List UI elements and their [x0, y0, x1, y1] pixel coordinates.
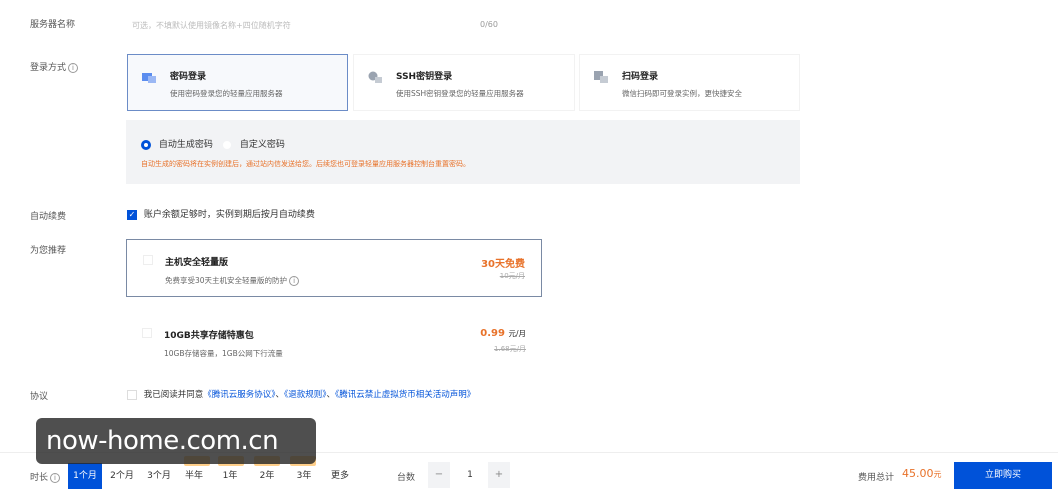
- agreement-label: 协议: [30, 392, 49, 402]
- recommend-label: 为您推荐: [30, 246, 67, 256]
- login-card-desc: 使用SSH密钥登录您的轻量应用服务器: [396, 89, 524, 98]
- key-icon: [368, 71, 382, 83]
- agreement-checkbox[interactable]: [127, 389, 137, 400]
- login-card-title: 扫码登录: [622, 72, 659, 82]
- recommend-title: 10GB共享存储特惠包: [164, 331, 254, 341]
- duration-label-text: 时长: [30, 473, 49, 483]
- radio-off-icon[interactable]: [222, 139, 232, 150]
- buy-now-button[interactable]: 立即购买: [954, 462, 1052, 489]
- auto-renew-checkbox[interactable]: ✓ 账户余额足够时，实例到期后按月自动续费: [127, 207, 315, 220]
- duration-option-2m[interactable]: 2个月: [104, 463, 140, 489]
- recommend-price: 30天免费: [481, 259, 525, 270]
- info-icon[interactable]: i: [68, 62, 79, 73]
- login-card-password[interactable]: 密码登录 使用密码登录您的轻量应用服务器: [127, 54, 348, 111]
- recommend-desc: 10GB存储容量，1GB公网下行流量: [164, 349, 283, 358]
- recommend-item-storage[interactable]: 10GB共享存储特惠包 10GB存储容量，1GB公网下行流量 0.99 元/月 …: [126, 313, 542, 371]
- agreement-separator: 、: [326, 390, 336, 400]
- password-panel: [126, 120, 800, 184]
- login-card-qrcode[interactable]: 扫码登录 微信扫码即可登录实例，更快捷安全: [579, 54, 800, 111]
- info-icon[interactable]: i: [289, 276, 300, 286]
- login-method-label-text: 登录方式: [30, 63, 67, 73]
- info-icon[interactable]: i: [50, 472, 61, 483]
- login-card-title: SSH密钥登录: [396, 72, 453, 82]
- recommend-original-price: 1.68元/月: [494, 345, 526, 353]
- link-refund-rules[interactable]: 《退款规则》: [284, 390, 327, 400]
- recommend-price: 0.99 元/月: [480, 328, 526, 339]
- duration-option-3y[interactable]: 3年: [286, 463, 322, 489]
- duration-label: 时长 i: [30, 470, 61, 483]
- count-label: 台数: [397, 473, 416, 483]
- login-card-desc: 微信扫码即可登录实例，更快捷安全: [622, 89, 742, 98]
- qrcode-icon: [594, 71, 608, 83]
- auto-renew-text: 账户余额足够时，实例到期后按月自动续费: [143, 210, 315, 220]
- login-method-label: 登录方式 i: [30, 60, 79, 73]
- total-price-value: 45.00: [902, 467, 934, 480]
- login-card-ssh[interactable]: SSH密钥登录 使用SSH密钥登录您的轻量应用服务器: [353, 54, 575, 111]
- recommend-item-host-security[interactable]: 主机安全轻量版 免费享受30天主机安全轻量版的防护 i 30天免费 10元/月: [126, 239, 542, 297]
- agreement-row: 我已阅读并同意《腾讯云服务协议》、《退款规则》、《腾讯云禁止虚拟货币相关活动声明…: [127, 388, 475, 400]
- total-price: 45.00元: [902, 467, 942, 480]
- count-increment-button[interactable]: +: [488, 462, 510, 488]
- radio-auto-password[interactable]: 自动生成密码: [141, 137, 213, 150]
- recommend-desc-text: 免费享受30天主机安全轻量版的防护: [165, 276, 288, 285]
- link-crypto-statement[interactable]: 《腾讯云禁止虚拟货币相关活动声明》: [335, 390, 475, 400]
- recommend-desc: 免费享受30天主机安全轻量版的防护 i: [165, 275, 300, 286]
- recommend-title: 主机安全轻量版: [165, 258, 229, 268]
- duration-option-6m[interactable]: 半年: [178, 463, 210, 489]
- checkbox-icon[interactable]: [142, 328, 152, 338]
- recommend-price-unit: 元/月: [508, 329, 526, 338]
- count-input[interactable]: 1: [450, 462, 490, 488]
- recommend-original-price: 10元/月: [499, 272, 525, 280]
- checkbox-icon[interactable]: [143, 255, 153, 265]
- password-notice: 自动生成的密码将在实例创建后，通过站内信发送给您。后续您也可登录轻量应用服务器控…: [141, 160, 470, 168]
- login-card-title: 密码登录: [170, 72, 207, 82]
- total-label: 费用总计: [858, 473, 895, 483]
- agreement-separator: 、: [275, 390, 284, 400]
- duration-option-3m[interactable]: 3个月: [141, 463, 177, 489]
- count-decrement-button[interactable]: −: [428, 462, 450, 488]
- recommend-price-value: 0.99: [480, 328, 505, 339]
- radio-custom-password[interactable]: 自定义密码: [222, 137, 285, 150]
- watermark: now-home.com.cn: [36, 418, 316, 464]
- server-name-input[interactable]: [126, 12, 516, 38]
- server-name-label: 服务器名称: [30, 20, 76, 30]
- server-name-counter: 0/60: [480, 20, 498, 29]
- login-card-desc: 使用密码登录您的轻量应用服务器: [170, 89, 283, 98]
- duration-option-2y[interactable]: 2年: [249, 463, 285, 489]
- auto-renew-label: 自动续费: [30, 212, 67, 222]
- link-service-agreement[interactable]: 《腾讯云服务协议》: [203, 390, 275, 400]
- checkbox-checked-icon[interactable]: ✓: [127, 209, 137, 220]
- radio-label: 自动生成密码: [158, 140, 213, 150]
- total-price-unit: 元: [933, 470, 942, 479]
- radio-on-icon[interactable]: [141, 139, 151, 150]
- password-login-icon: [142, 73, 156, 83]
- duration-option-1m[interactable]: 1个月: [68, 463, 102, 489]
- agreement-prefix: 我已阅读并同意: [143, 390, 204, 400]
- duration-option-more[interactable]: 更多: [323, 463, 357, 489]
- radio-label: 自定义密码: [239, 140, 285, 150]
- duration-option-1y[interactable]: 1年: [212, 463, 248, 489]
